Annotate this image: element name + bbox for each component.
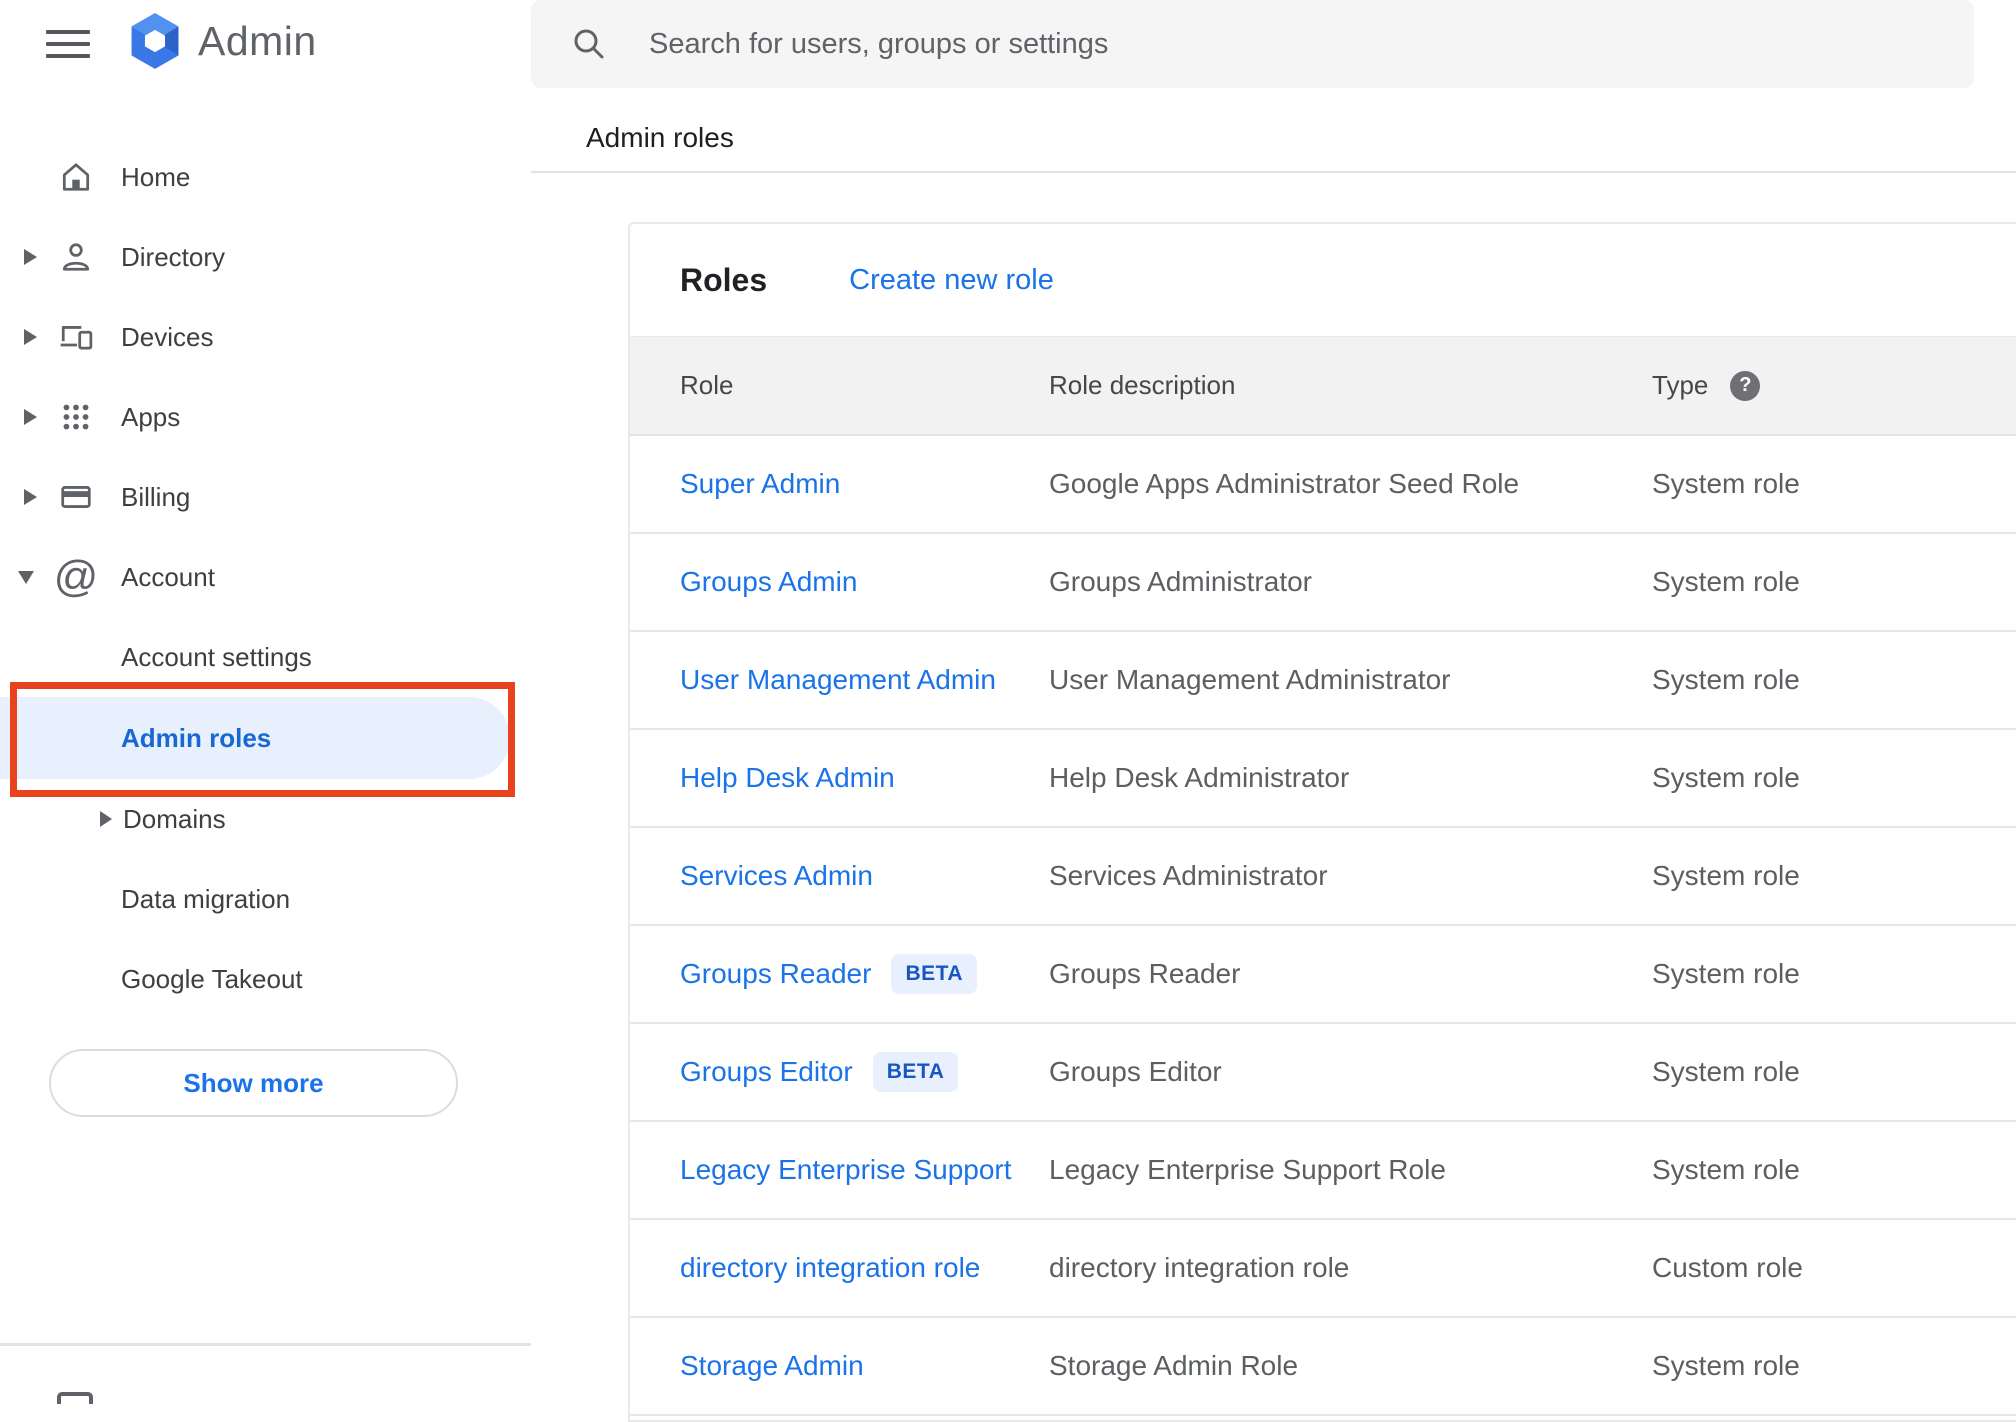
role-description: Groups Reader <box>1049 958 1241 989</box>
table-header-row: Role Role description Type ? <box>630 336 2016 436</box>
role-link[interactable]: Legacy Enterprise Support <box>680 1154 1012 1186</box>
role-type: System role <box>1652 860 1800 891</box>
table-row: Groups Admin Groups Administrator System… <box>630 534 2016 632</box>
table-row: Storage Admin Storage Admin Role System … <box>630 1318 2016 1416</box>
roles-card-header: Roles Create new role <box>630 224 2016 336</box>
role-description: Storage Admin Role <box>1049 1350 1299 1381</box>
menu-button[interactable] <box>46 30 90 58</box>
sidebar-item-devices[interactable]: Devices <box>0 297 531 377</box>
sidebar-item-label: Account settings <box>121 641 312 672</box>
beta-badge: BETA <box>891 954 978 994</box>
help-icon[interactable]: ? <box>1730 370 1761 401</box>
role-description: directory integration role <box>1049 1252 1350 1283</box>
expand-arrow-icon[interactable] <box>24 489 37 505</box>
search-icon <box>574 29 604 59</box>
role-link[interactable]: Services Admin <box>680 860 873 892</box>
credit-card-icon <box>58 479 94 515</box>
role-link[interactable]: Storage Admin <box>680 1350 864 1382</box>
table-row: Super Admin Google Apps Administrator Se… <box>630 436 2016 534</box>
role-description: Google Apps Administrator Seed Role <box>1049 468 1520 499</box>
roles-table-body: Super Admin Google Apps Administrator Se… <box>630 436 2016 1416</box>
sidebar-item-label: Domains <box>123 803 226 834</box>
header-divider <box>531 171 2016 173</box>
sidebar-item-directory[interactable]: Directory <box>0 217 531 297</box>
beta-badge: BETA <box>872 1052 959 1092</box>
home-icon <box>58 159 94 195</box>
column-header-role: Role <box>680 370 734 400</box>
sidebar-item-label: Data migration <box>121 883 291 914</box>
create-new-role-link[interactable]: Create new role <box>849 264 1054 297</box>
role-description: Help Desk Administrator <box>1049 762 1350 793</box>
sidebar-item-home[interactable]: Home <box>0 137 531 217</box>
search-bar[interactable]: Search for users, groups or settings <box>531 0 1974 88</box>
role-type: System role <box>1652 664 1800 695</box>
sidebar-item-label: Google Takeout <box>121 963 303 994</box>
sidebar-item-account[interactable]: @ Account <box>0 537 531 617</box>
sidebar-item-data-migration[interactable]: Data migration <box>0 859 531 939</box>
sidebar-bottom-divider <box>0 1343 531 1346</box>
table-row: Legacy Enterprise Support Legacy Enterpr… <box>630 1122 2016 1220</box>
role-link[interactable]: directory integration role <box>680 1252 980 1284</box>
role-type: System role <box>1652 1056 1800 1087</box>
role-type: System role <box>1652 1154 1800 1185</box>
expand-arrow-icon[interactable] <box>24 329 37 345</box>
clipped-bottom-icon <box>57 1392 93 1404</box>
role-link[interactable]: Help Desk Admin <box>680 762 895 794</box>
sidebar-item-admin-roles[interactable]: Admin roles <box>0 697 531 779</box>
search-placeholder: Search for users, groups or settings <box>649 27 1109 60</box>
sidebar-item-billing[interactable]: Billing <box>0 457 531 537</box>
expand-arrow-icon[interactable] <box>24 409 37 425</box>
expand-arrow-icon[interactable] <box>100 811 112 827</box>
role-type: System role <box>1652 566 1800 597</box>
show-more-button[interactable]: Show more <box>49 1049 458 1117</box>
role-description: Groups Editor <box>1049 1056 1222 1087</box>
role-description: User Management Administrator <box>1049 664 1451 695</box>
role-description: Legacy Enterprise Support Role <box>1049 1154 1446 1185</box>
sidebar-item-label: Account <box>121 561 215 592</box>
sidebar-item-label: Billing <box>121 481 191 512</box>
admin-logo: Admin <box>128 12 317 70</box>
sidebar-item-label: Apps <box>121 401 181 432</box>
sidebar-item-account-settings[interactable]: Account settings <box>0 617 531 697</box>
column-header-type: Type ? <box>1652 370 2016 401</box>
role-link[interactable]: Groups Editor <box>680 1056 853 1088</box>
roles-card: Roles Create new role Role Role descript… <box>628 222 2016 1422</box>
card-title: Roles <box>680 261 768 298</box>
breadcrumb: Admin roles <box>586 122 734 153</box>
table-row: directory integration role directory int… <box>630 1220 2016 1318</box>
devices-icon <box>58 319 94 355</box>
sidebar-item-apps[interactable]: Apps <box>0 377 531 457</box>
sidebar-item-label: Devices <box>121 321 214 352</box>
table-row: Help Desk Admin Help Desk Administrator … <box>630 730 2016 828</box>
role-description: Groups Administrator <box>1049 566 1312 597</box>
app-title: Admin <box>198 17 317 64</box>
sidebar-item-domains[interactable]: Domains <box>0 779 531 859</box>
role-link[interactable]: Super Admin <box>680 468 840 500</box>
table-row: Services Admin Services Administrator Sy… <box>630 828 2016 926</box>
collapse-arrow-icon[interactable] <box>18 570 34 584</box>
role-description: Services Administrator <box>1049 860 1328 891</box>
sidebar-item-label: Admin roles <box>121 722 272 753</box>
sidebar-item-label: Home <box>121 161 191 192</box>
role-link[interactable]: Groups Reader <box>680 958 871 990</box>
role-link[interactable]: User Management Admin <box>680 664 996 696</box>
table-row: Groups Editor BETA Groups Editor System … <box>630 1024 2016 1122</box>
role-type: System role <box>1652 958 1800 989</box>
column-header-role-description: Role description <box>1049 370 1236 400</box>
role-link[interactable]: Groups Admin <box>680 566 857 598</box>
at-sign-icon: @ <box>53 552 99 601</box>
role-type: Custom role <box>1652 1252 1803 1283</box>
sidebar-item-google-takeout[interactable]: Google Takeout <box>0 939 531 1019</box>
role-type: System role <box>1652 762 1800 793</box>
person-icon <box>58 239 94 275</box>
admin-logo-icon <box>131 13 179 69</box>
role-type: System role <box>1652 1350 1800 1381</box>
apps-grid-icon <box>58 399 94 435</box>
expand-arrow-icon[interactable] <box>24 249 37 265</box>
sidebar: Home Directory Devices Apps Billing @ Ac… <box>0 137 531 1117</box>
role-type: System role <box>1652 468 1800 499</box>
table-row: User Management Admin User Management Ad… <box>630 632 2016 730</box>
sidebar-item-label: Directory <box>121 241 226 272</box>
table-row: Groups Reader BETA Groups Reader System … <box>630 926 2016 1024</box>
